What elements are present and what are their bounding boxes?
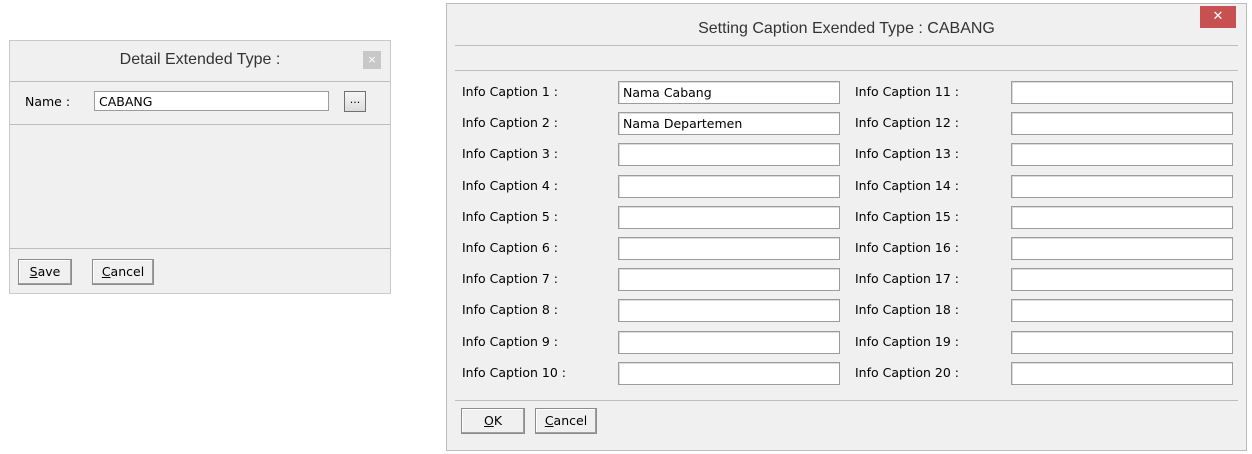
cancel-button[interactable]: Cancel bbox=[535, 408, 597, 434]
caption-input[interactable] bbox=[1011, 330, 1233, 354]
caption-label: Info Caption 2 : bbox=[462, 115, 559, 131]
caption-input[interactable] bbox=[1011, 237, 1233, 260]
caption-label: Info Caption 11 : bbox=[855, 84, 959, 99]
caption-label: Info Caption 6 : bbox=[462, 240, 559, 255]
caption-input[interactable] bbox=[1011, 143, 1233, 167]
caption-label: Info Caption 3 : bbox=[462, 146, 559, 162]
ok-button[interactable]: OK bbox=[461, 408, 525, 434]
close-icon[interactable]: × bbox=[363, 51, 381, 69]
caption-input[interactable] bbox=[618, 237, 840, 260]
caption-label: Info Caption 8 : bbox=[462, 302, 559, 318]
ok-label: K bbox=[493, 413, 503, 428]
caption-input[interactable] bbox=[618, 143, 840, 167]
ok-accel: O bbox=[483, 413, 494, 428]
detail-dialog-title: Detail Extended Type : bbox=[119, 51, 281, 68]
cancel-label: ancel bbox=[110, 264, 145, 279]
caption-label: Info Caption 5 : bbox=[462, 208, 559, 224]
caption-input[interactable] bbox=[618, 361, 840, 385]
caption-label: Info Caption 15 : bbox=[855, 208, 959, 224]
cancel-button[interactable]: Cancel bbox=[92, 259, 154, 285]
caption-input[interactable] bbox=[1011, 268, 1233, 292]
caption-input[interactable] bbox=[1011, 174, 1233, 198]
caption-input[interactable] bbox=[618, 174, 840, 198]
name-label: Name : bbox=[25, 94, 71, 109]
caption-label: Info Caption 13 : bbox=[855, 146, 959, 162]
caption-dialog-title: Setting Caption Exended Type : CABANG bbox=[698, 20, 995, 37]
caption-grid: Info Caption 1 : Info Caption 2 : Info Cap… bbox=[455, 70, 1238, 401]
caption-input[interactable] bbox=[618, 268, 840, 292]
caption-label: Info Caption 20 : bbox=[855, 364, 959, 380]
caption-input[interactable] bbox=[1011, 81, 1233, 104]
caption-label: Info Caption 1 : bbox=[462, 84, 559, 99]
save-accel: S bbox=[29, 264, 38, 279]
caption-input[interactable] bbox=[1011, 299, 1233, 323]
caption-dialog-footer: OK Cancel bbox=[455, 402, 1238, 443]
caption-input[interactable] bbox=[618, 330, 840, 354]
cancel-label: ancel bbox=[553, 413, 588, 428]
caption-input[interactable] bbox=[618, 112, 840, 136]
detail-extended-type-dialog: Detail Extended Type : × Name : ... Save… bbox=[9, 40, 391, 294]
save-label: ave bbox=[37, 264, 61, 279]
caption-input[interactable] bbox=[1011, 205, 1233, 229]
cancel-accel: C bbox=[544, 413, 554, 428]
name-row: Name : ... bbox=[10, 81, 390, 125]
caption-input[interactable] bbox=[618, 81, 840, 104]
caption-input[interactable] bbox=[1011, 112, 1233, 136]
cancel-accel: C bbox=[101, 264, 111, 279]
name-input[interactable] bbox=[94, 91, 329, 111]
setting-caption-dialog: Setting Caption Exended Type : CABANG ✕ … bbox=[446, 3, 1247, 451]
caption-label: Info Caption 9 : bbox=[462, 333, 559, 349]
browse-button[interactable]: ... bbox=[344, 91, 366, 112]
caption-label: Info Caption 18 : bbox=[855, 302, 959, 318]
toolbar-strip bbox=[455, 45, 1238, 71]
caption-label: Info Caption 17 : bbox=[855, 271, 959, 287]
caption-input[interactable] bbox=[618, 205, 840, 229]
caption-input[interactable] bbox=[1011, 361, 1233, 385]
caption-label: Info Caption 4 : bbox=[462, 177, 559, 193]
close-icon[interactable]: ✕ bbox=[1200, 6, 1236, 28]
caption-label: Info Caption 16 : bbox=[855, 240, 959, 255]
caption-label: Info Caption 14 : bbox=[855, 177, 959, 193]
caption-label: Info Caption 10 : bbox=[462, 364, 566, 380]
caption-label: Info Caption 12 : bbox=[855, 115, 959, 131]
caption-label: Info Caption 19 : bbox=[855, 333, 959, 349]
caption-label: Info Caption 7 : bbox=[462, 271, 559, 287]
caption-input[interactable] bbox=[618, 299, 840, 323]
save-button[interactable]: Save bbox=[18, 259, 72, 285]
detail-dialog-footer: Save Cancel bbox=[10, 248, 390, 293]
